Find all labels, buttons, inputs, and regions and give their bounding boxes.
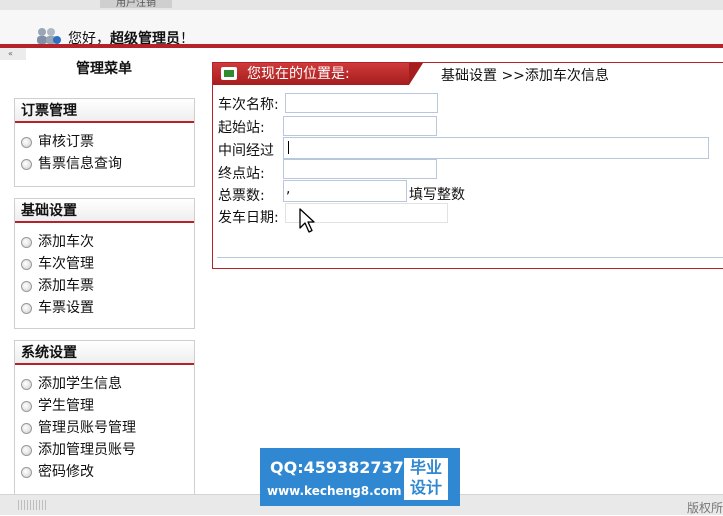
header-divider	[0, 44, 723, 48]
bullet-icon	[21, 136, 32, 148]
sidebar-item-train-manage[interactable]: 车次管理	[21, 253, 194, 275]
location-bar: 您现在的位置是:	[213, 63, 423, 85]
departure-date-label: 发车日期:	[218, 210, 279, 226]
sidebar-item-add-ticket[interactable]: 添加车票	[21, 275, 194, 297]
bullet-icon	[21, 444, 32, 456]
watermark-badge: 毕业 设计	[404, 458, 448, 500]
watermark-badge-line2: 设计	[409, 478, 442, 497]
sidebar-item-label: 添加管理员账号	[38, 442, 136, 458]
via-input[interactable]	[283, 137, 709, 159]
bullet-icon	[21, 466, 32, 478]
sidebar-title: 管理菜单	[76, 61, 132, 77]
watermark-qq: QQ:459382737	[270, 458, 404, 477]
bullet-icon	[21, 258, 32, 270]
sidebar-item-admin-accounts[interactable]: 管理员账号管理	[21, 417, 194, 439]
total-tickets-value: ,	[286, 181, 291, 197]
resize-grip[interactable]	[18, 500, 46, 510]
bullet-icon	[21, 158, 32, 170]
sidebar-item-add-student[interactable]: 添加学生信息	[21, 373, 194, 395]
origin-input[interactable]	[283, 116, 437, 136]
train-name-input[interactable]	[285, 93, 438, 113]
bullet-icon	[21, 378, 32, 390]
sidebar-item-label: 车票设置	[38, 300, 94, 316]
bullet-icon	[21, 280, 32, 292]
sidebar-item-label: 管理员账号管理	[38, 420, 136, 436]
breadcrumb: 基础设置 >>添加车次信息	[441, 68, 609, 84]
sidebar-item-ticket-query[interactable]: 售票信息查询	[21, 153, 194, 175]
sidebar-item-label: 密码修改	[38, 464, 94, 480]
sidebar-item-change-password[interactable]: 密码修改	[21, 461, 194, 483]
via-label: 中间经过	[218, 143, 274, 159]
sidebar-item-label: 车次管理	[38, 256, 94, 272]
menu-group-order: 订票管理 审核订票 售票信息查询	[14, 98, 195, 187]
text-caret	[288, 141, 289, 154]
bullet-icon	[21, 400, 32, 412]
sidebar-item-label: 添加车次	[38, 234, 94, 250]
sidebar-item-add-admin[interactable]: 添加管理员账号	[21, 439, 194, 461]
sidebar-item-student-manage[interactable]: 学生管理	[21, 395, 194, 417]
sidebar-item-ticket-settings[interactable]: 车票设置	[21, 297, 194, 319]
sidebar-item-label: 添加车票	[38, 278, 94, 294]
greeting-bar: 您好，超级管理员！	[0, 10, 723, 47]
sidebar-item-add-train[interactable]: 添加车次	[21, 231, 194, 253]
train-name-label: 车次名称:	[218, 97, 279, 113]
bullet-icon	[21, 236, 32, 248]
sidebar-item-label: 售票信息查询	[38, 156, 122, 172]
watermark-banner: QQ:459382737 www.kecheng8.com 毕业 设计	[260, 448, 460, 506]
watermark-badge-line1: 毕业	[409, 458, 442, 477]
menu-group-title: 基础设置	[15, 199, 194, 223]
sidebar-item-label: 学生管理	[38, 398, 94, 414]
bullet-icon	[21, 422, 32, 434]
destination-label: 终点站:	[218, 166, 265, 182]
watermark-url: www.kecheng8.com	[267, 484, 402, 498]
origin-label: 起始站:	[218, 120, 265, 136]
menu-group-title: 系统设置	[15, 341, 194, 365]
menu-group-basic: 基础设置 添加车次 车次管理 添加车票 车票设置	[14, 198, 195, 329]
form-divider	[217, 257, 723, 258]
menu-group-title: 订票管理	[15, 99, 194, 123]
sidebar-item-label: 添加学生信息	[38, 376, 122, 392]
logout-tab[interactable]: 用户注销	[100, 0, 172, 8]
menu-group-system: 系统设置 添加学生信息 学生管理 管理员账号管理 添加管理员账号 密码修改	[14, 340, 195, 495]
copyright-text: 版权所	[686, 501, 723, 515]
total-tickets-hint: 填写整数	[409, 187, 465, 203]
add-train-panel: 您现在的位置是: 基础设置 >>添加车次信息 车次名称: 起始站: 中间经过 终…	[212, 62, 723, 269]
sidebar-item-review-orders[interactable]: 审核订票	[21, 131, 194, 153]
bullet-icon	[21, 302, 32, 314]
mouse-cursor-icon	[299, 208, 315, 233]
sidebar-item-label: 审核订票	[38, 134, 94, 150]
total-tickets-input[interactable]: ,	[283, 180, 407, 202]
total-tickets-label: 总票数:	[218, 188, 265, 204]
users-icon	[37, 28, 61, 44]
location-label: 您现在的位置是:	[247, 66, 350, 82]
destination-input[interactable]	[283, 159, 437, 179]
monitor-icon	[221, 67, 237, 80]
